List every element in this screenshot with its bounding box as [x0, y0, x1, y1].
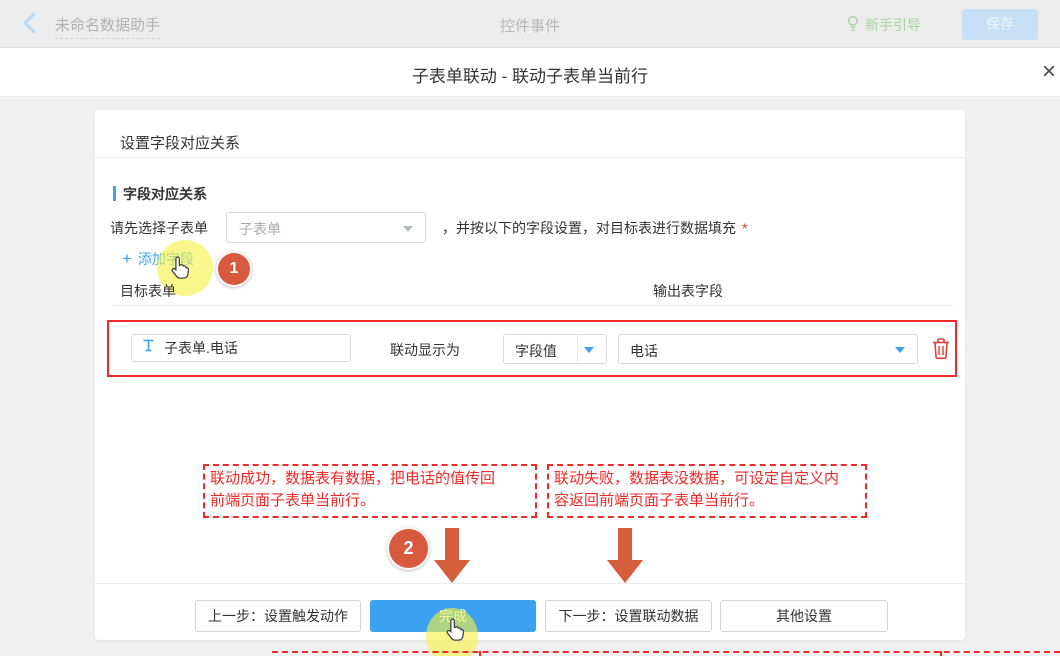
value-type-select[interactable]: 字段值	[503, 334, 607, 364]
chevron-left-icon	[18, 9, 44, 37]
save-button[interactable]: 保存	[962, 9, 1038, 40]
target-field-input[interactable]: 子表单.电话	[131, 334, 351, 362]
delete-row-button[interactable]	[931, 337, 953, 361]
modal-title: 子表单联动 - 联动子表单当前行	[0, 62, 1060, 87]
subform-select[interactable]: 子表单	[226, 212, 426, 243]
arrow-down-icon	[607, 528, 643, 583]
step-badge-2: 2	[387, 527, 430, 570]
trash-icon	[931, 347, 951, 364]
screen: 未命名数据助手 控件事件 新手引导 保存 子表单联动 - 联动子表单当前行 × …	[0, 0, 1060, 656]
chevron-down-icon	[584, 347, 594, 353]
chevron-down-icon	[895, 347, 905, 353]
note-linkage-success: 联动成功，数据表有数据，把电话的值传回 前端页面子表单当前行。	[203, 464, 537, 518]
close-icon[interactable]: ×	[1034, 56, 1060, 88]
app-title[interactable]: 未命名数据助手	[55, 14, 160, 39]
arrow-down-icon	[434, 528, 470, 583]
fill-instruction-text: ，并按以下的字段设置，对目标表进行数据填充*	[442, 218, 747, 238]
column-header-output: 输出表字段	[653, 281, 723, 301]
note-linkage-fail: 联动失败，数据表没数据，可设定自定义内 容返回前端页面子表单当前行。	[547, 464, 867, 518]
annotation-tick	[940, 651, 942, 656]
value-type-select-value: 字段值	[515, 341, 557, 361]
section-title: 字段对应关系	[123, 184, 207, 204]
other-settings-button[interactable]: 其他设置	[720, 600, 888, 632]
output-field-select-value: 电话	[630, 341, 658, 361]
annotation-tick	[479, 651, 481, 656]
lightbulb-icon	[846, 15, 860, 35]
beginner-guide-label: 新手引导	[865, 15, 921, 35]
required-asterisk: *	[742, 220, 747, 236]
beginner-guide-button[interactable]: 新手引导	[846, 15, 921, 35]
section-accent-bar	[113, 186, 116, 201]
text-field-icon	[142, 339, 155, 357]
column-header-target: 目标表单	[120, 281, 176, 301]
chevron-down-icon	[403, 226, 413, 232]
divider	[95, 157, 965, 158]
hand-cursor-icon	[442, 618, 468, 649]
divider	[113, 305, 953, 306]
step-badge-1: 1	[216, 251, 252, 287]
modal-titlebar: 子表单联动 - 联动子表单当前行 ×	[0, 48, 1060, 97]
select-arrow-zone	[577, 335, 606, 363]
settings-card: 设置字段对应关系 字段对应关系 请先选择子表单 子表单 ，并按以下的字段设置，对…	[95, 110, 965, 640]
back-button[interactable]	[18, 9, 44, 37]
page-title: 控件事件	[500, 15, 560, 36]
next-step-button[interactable]: 下一步：设置联动数据	[545, 600, 712, 632]
plus-icon: +	[122, 252, 132, 266]
subform-select-value: 子表单	[239, 219, 281, 239]
top-toolbar: 未命名数据助手 控件事件 新手引导 保存	[0, 0, 1060, 48]
card-header: 设置字段对应关系	[120, 132, 240, 153]
divider	[95, 583, 965, 584]
target-field-value: 子表单.电话	[164, 338, 238, 358]
subform-select-label: 请先选择子表单	[110, 218, 208, 238]
linkage-display-label: 联动显示为	[390, 340, 460, 360]
prev-step-button[interactable]: 上一步：设置触发动作	[195, 600, 361, 632]
output-field-select[interactable]: 电话	[618, 334, 918, 364]
